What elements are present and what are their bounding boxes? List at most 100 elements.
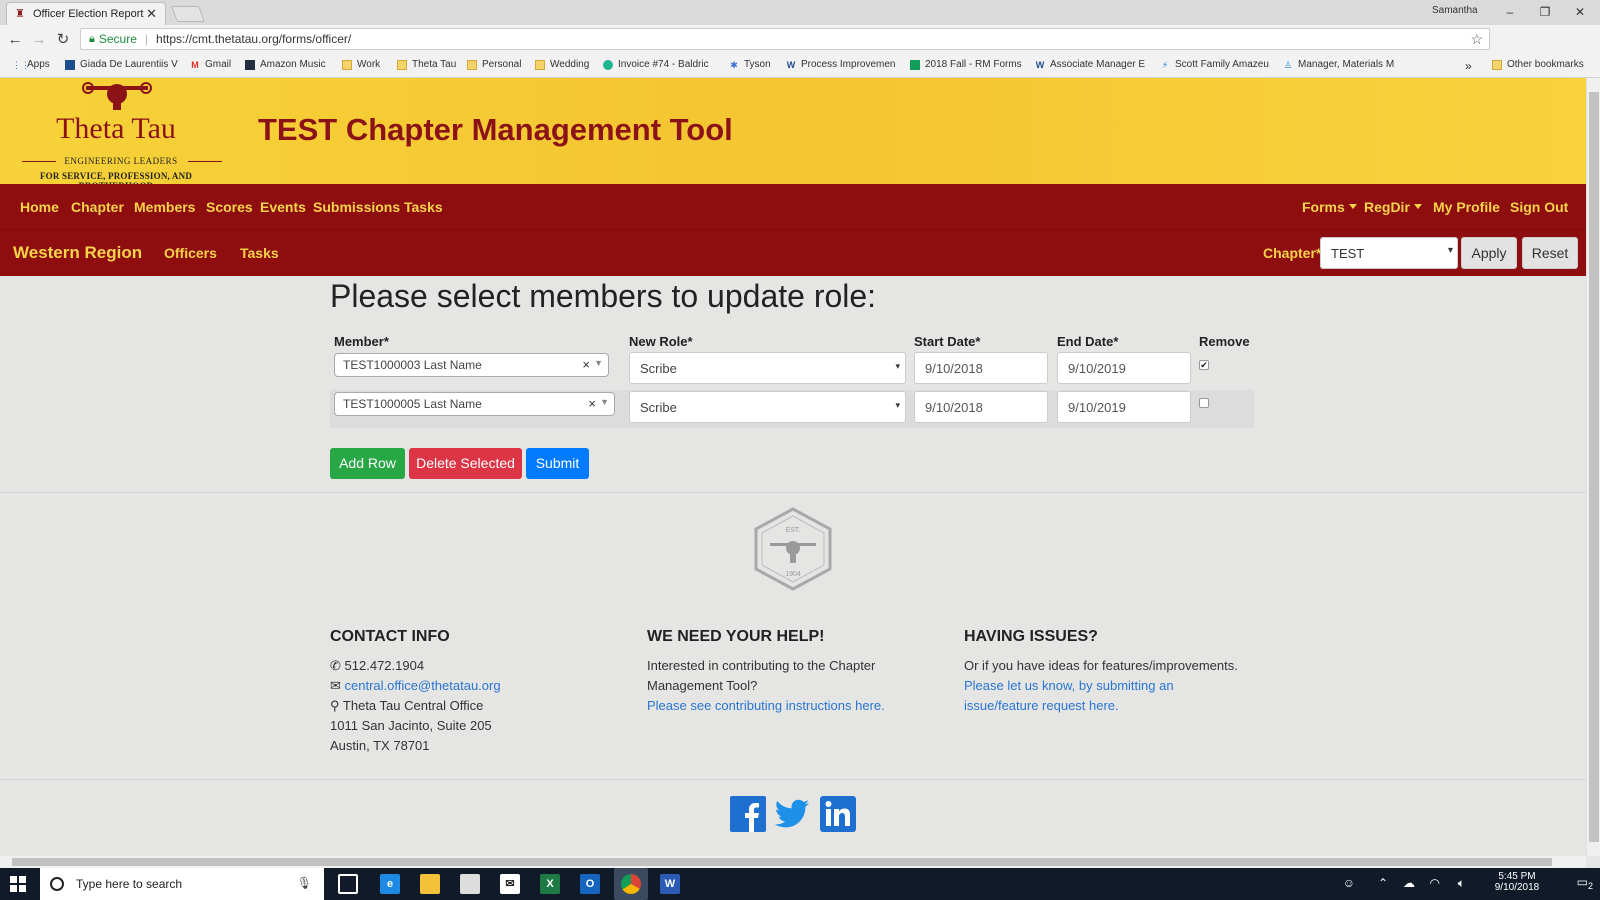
subnav-officers[interactable]: Officers: [164, 245, 217, 261]
bookmark-tyson[interactable]: ✱ Tyson: [729, 59, 770, 70]
contributing-link[interactable]: Please see contributing instructions her…: [647, 696, 885, 716]
store-icon[interactable]: [460, 874, 480, 894]
omnibox[interactable]: 🔒︎ Secure | https://cmt.thetatau.org/for…: [80, 28, 1490, 50]
bookmark-apps[interactable]: ⋮⋮ Apps: [12, 59, 50, 70]
divider: [0, 779, 1586, 780]
nav-members[interactable]: Members: [134, 199, 195, 215]
window-close-icon[interactable]: ✕: [1570, 3, 1590, 21]
file-explorer-icon[interactable]: [420, 874, 440, 894]
tab-close-icon[interactable]: ✕: [146, 6, 157, 22]
wifi-icon[interactable]: ◠: [1430, 876, 1440, 890]
start-date-input[interactable]: 9/10/2018: [914, 391, 1048, 423]
bookmark-giada[interactable]: Giada De Laurentiis V: [65, 59, 178, 70]
vertical-scrollbar[interactable]: [1586, 78, 1600, 856]
taskbar-search[interactable]: Type here to search 🎙︎: [40, 868, 324, 900]
end-date-input[interactable]: 9/10/2019: [1057, 391, 1191, 423]
twitter-icon[interactable]: [774, 796, 810, 832]
bookmark-personal[interactable]: Personal: [467, 59, 521, 70]
remove-checkbox[interactable]: ✔: [1199, 360, 1209, 370]
nav-sign-out[interactable]: Sign Out: [1510, 199, 1568, 215]
reload-icon[interactable]: ↻: [54, 30, 72, 48]
forward-icon[interactable]: →: [30, 31, 48, 48]
add-row-button[interactable]: Add Row: [330, 448, 405, 479]
chevron-up-icon[interactable]: ⌃: [1378, 876, 1388, 890]
clear-selection-icon[interactable]: ×: [588, 396, 596, 411]
seal-year: 1904: [785, 571, 801, 578]
nav-events[interactable]: Events: [260, 199, 306, 215]
theta-tau-logo[interactable]: Theta Tau ENGINEERING LEADERS FOR SERVIC…: [4, 78, 228, 184]
member-select[interactable]: TEST1000003 Last Name × ▼: [334, 353, 609, 377]
nav-home[interactable]: Home: [20, 199, 59, 215]
bookmark-gmail[interactable]: M Gmail: [190, 59, 231, 70]
onedrive-icon[interactable]: ☁: [1403, 876, 1415, 890]
nav-forms-dropdown[interactable]: Forms: [1302, 199, 1357, 215]
nav-submissions[interactable]: Submissions: [313, 199, 400, 215]
bookmark-other[interactable]: Other bookmarks: [1492, 59, 1584, 70]
site-favicon: [65, 59, 75, 70]
outlook-icon[interactable]: O: [580, 874, 600, 894]
bookmark-work[interactable]: Work: [342, 59, 380, 70]
profile-name[interactable]: Samantha: [1432, 5, 1478, 16]
volume-icon[interactable]: 🔈︎: [1458, 876, 1465, 891]
bookmark-wedding[interactable]: Wedding: [535, 59, 589, 70]
scrollbar-thumb[interactable]: [12, 858, 1552, 866]
nav-regdir-dropdown[interactable]: RegDir: [1364, 199, 1422, 215]
issues-text: Or if you have ideas for features/improv…: [964, 656, 1238, 716]
email-link[interactable]: central.office@thetatau.org: [345, 678, 501, 693]
bookmark-associate[interactable]: W Associate Manager E: [1035, 59, 1145, 70]
microphone-icon[interactable]: 🎙︎: [297, 876, 312, 890]
bookmark-manager[interactable]: ♙ Manager, Materials M: [1283, 59, 1394, 70]
bookmark-label: Manager, Materials M: [1298, 59, 1395, 70]
chapter-select[interactable]: TEST: [1320, 237, 1458, 269]
region-title[interactable]: Western Region: [13, 243, 142, 263]
back-icon[interactable]: ←: [6, 31, 24, 48]
url-text[interactable]: https://cmt.thetatau.org/forms/officer/: [156, 32, 351, 46]
browser-tab[interactable]: ♜ Officer Election Report ✕: [6, 2, 166, 25]
start-date-input[interactable]: 9/10/2018: [914, 352, 1048, 384]
windows-start-icon[interactable]: [10, 876, 26, 892]
nav-my-profile[interactable]: My Profile: [1433, 199, 1500, 215]
bookmark-amazon-music[interactable]: Amazon Music: [245, 59, 326, 70]
issue-request-link[interactable]: Please let us know, by submitting an: [964, 676, 1238, 696]
apply-button[interactable]: Apply: [1461, 237, 1517, 269]
address-line-2: Austin, TX 78701: [330, 738, 430, 753]
clock[interactable]: 5:45 PM 9/10/2018: [1482, 871, 1552, 893]
people-icon[interactable]: ☺: [1343, 876, 1355, 890]
role-select[interactable]: Scribe ▾: [629, 391, 906, 423]
nav-tasks[interactable]: Tasks: [404, 199, 443, 215]
nav-chapter[interactable]: Chapter: [71, 199, 124, 215]
nav-scores[interactable]: Scores: [206, 199, 253, 215]
bookmark-forms[interactable]: 2018 Fall - RM Forms: [910, 59, 1022, 70]
notifications-icon[interactable]: ▭: [1577, 875, 1588, 889]
task-view-icon[interactable]: [338, 874, 358, 894]
edge-icon[interactable]: e: [380, 874, 400, 894]
chrome-taskbar-button[interactable]: [614, 868, 648, 900]
facebook-icon[interactable]: [730, 796, 766, 832]
end-date-input[interactable]: 9/10/2019: [1057, 352, 1191, 384]
bookmark-theta-tau[interactable]: Theta Tau: [397, 59, 456, 70]
delete-selected-button[interactable]: Delete Selected: [409, 448, 522, 479]
remove-checkbox[interactable]: [1199, 398, 1209, 408]
scrollbar-thumb[interactable]: [1589, 92, 1599, 842]
bookmark-scott[interactable]: ⚡︎ Scott Family Amazeu: [1160, 59, 1269, 70]
reset-button[interactable]: Reset: [1522, 237, 1578, 269]
bookmark-star-icon[interactable]: ☆: [1470, 31, 1483, 48]
minimize-icon[interactable]: –: [1500, 3, 1520, 21]
role-select[interactable]: Scribe ▾: [629, 352, 906, 384]
excel-icon[interactable]: X: [540, 874, 560, 894]
maximize-icon[interactable]: ❐: [1535, 3, 1555, 21]
linkedin-icon[interactable]: [820, 796, 856, 832]
subnav-tasks[interactable]: Tasks: [240, 245, 279, 261]
horizontal-scrollbar[interactable]: [0, 856, 1586, 868]
bookmark-process[interactable]: W Process Improvemen: [786, 59, 896, 70]
clear-selection-icon[interactable]: ×: [582, 357, 590, 372]
bookmark-invoice[interactable]: Invoice #74 - Baldric: [603, 59, 709, 70]
issue-request-link-2[interactable]: issue/feature request here.: [964, 696, 1238, 716]
bookmarks-overflow-icon[interactable]: »: [1465, 59, 1472, 73]
new-tab-button[interactable]: [171, 6, 205, 22]
folder-icon: [342, 59, 352, 70]
member-select[interactable]: TEST1000005 Last Name × ▼: [334, 392, 615, 416]
word-icon[interactable]: W: [660, 874, 680, 894]
submit-button[interactable]: Submit: [526, 448, 589, 479]
mail-icon[interactable]: ✉: [500, 874, 520, 894]
